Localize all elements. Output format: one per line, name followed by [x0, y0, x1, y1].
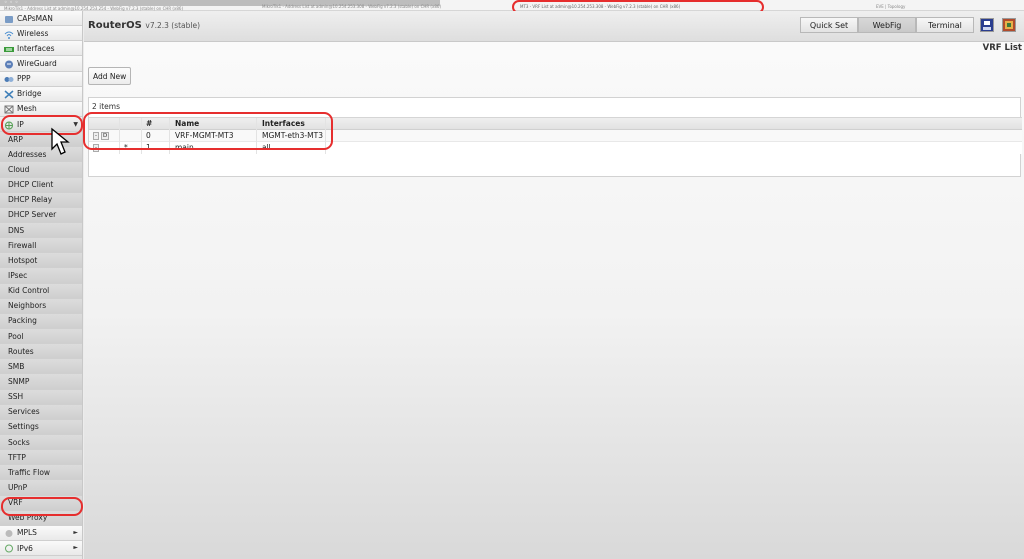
- mouse-pointer-icon: [51, 127, 70, 155]
- highlight-ring-ip: [1, 115, 83, 135]
- sidebar-item-label: DHCP Server: [8, 210, 57, 220]
- sidebar-item-label: Packing: [8, 316, 37, 326]
- sidebar-item-label: Routes: [8, 346, 34, 356]
- sidebar-subitem-socks[interactable]: Socks: [0, 434, 82, 451]
- sidebar-subitem-tftp[interactable]: TFTP: [0, 450, 82, 466]
- sidebar-subitem-snmp[interactable]: SNMP: [0, 374, 82, 390]
- main-content: RouterOS v7.2.3 (stable) Quick Set WebFi…: [84, 11, 1024, 559]
- sidebar-item-label: IPv6: [17, 543, 33, 553]
- logout-icon[interactable]: [1002, 18, 1016, 32]
- sidebar-item-label: Wireless: [17, 28, 49, 38]
- sidebar-item-label: WireGuard: [17, 59, 57, 68]
- sidebar-subitem-packing[interactable]: Packing: [0, 313, 82, 329]
- sidebar-item-label: DHCP Client: [8, 180, 54, 190]
- page-title: VRF List: [982, 43, 1022, 53]
- sidebar-item-label: Settings: [8, 422, 39, 432]
- browser-tab-strip: ◦ ◦ ◦ MikroTik1 - Address List at admin@…: [0, 0, 1024, 14]
- sidebar-item-label: IPsec: [8, 270, 28, 280]
- sidebar-item-label: Kid Control: [8, 286, 50, 296]
- sidebar-subitem-upnp[interactable]: UPnP: [0, 480, 82, 496]
- sidebar-item-label: Firewall: [8, 240, 37, 250]
- brand-title: RouterOS v7.2.3 (stable): [88, 20, 201, 31]
- sidebar-item-label: Interfaces: [17, 43, 55, 53]
- sidebar-item-label: CAPsMAN: [17, 13, 53, 23]
- chevron-right-icon: ►: [73, 544, 78, 552]
- sidebar-subitem-ssh[interactable]: SSH: [0, 389, 82, 405]
- sidebar-item-label: SMB: [8, 361, 25, 371]
- sidebar-item-ppp[interactable]: PPP: [0, 71, 82, 87]
- sidebar-item-interfaces[interactable]: Interfaces: [0, 41, 82, 57]
- sidebar-item-label: Services: [8, 407, 40, 417]
- mesh-icon: [4, 104, 14, 114]
- sidebar-item-label: PPP: [17, 74, 31, 84]
- add-new-button[interactable]: Add New: [88, 67, 132, 85]
- highlight-ring-vrf: [1, 497, 83, 516]
- chevron-right-icon: ►: [73, 529, 78, 537]
- sidebar-item-label: Pool: [8, 331, 24, 341]
- sidebar-item-label: Neighbors: [8, 301, 47, 311]
- sidebar-subitem-dhcp-client[interactable]: DHCP Client: [0, 177, 82, 193]
- ppp-icon: [4, 74, 14, 83]
- sidebar-item-wireless[interactable]: Wireless: [0, 26, 82, 42]
- sidebar-subitem-dns[interactable]: DNS: [0, 222, 82, 239]
- sidebar-item-label: DNS: [8, 225, 25, 235]
- sidebar-menu: CAPsMAN Wireless Interfaces WireGuard PP…: [0, 11, 83, 559]
- top-header: RouterOS v7.2.3 (stable) Quick Set WebFi…: [84, 11, 1024, 42]
- sidebar-item-label: Hotspot: [8, 255, 38, 265]
- sidebar-subitem-hotspot[interactable]: Hotspot: [0, 253, 82, 269]
- quick-set-button[interactable]: Quick Set: [800, 17, 858, 33]
- sidebar-item-capsman[interactable]: CAPsMAN: [0, 11, 82, 27]
- sidebar-item-ipv6[interactable]: IPv6 ►: [0, 540, 82, 557]
- sidebar-subitem-smb[interactable]: SMB: [0, 359, 82, 375]
- wireguard-icon: [4, 59, 14, 69]
- sidebar-subitem-dhcp-server[interactable]: DHCP Server: [0, 207, 82, 223]
- sidebar-item-label: SNMP: [8, 376, 30, 386]
- sidebar-item-label: Socks: [8, 437, 30, 447]
- sidebar-item-label: SSH: [8, 392, 24, 402]
- mpls-icon: [4, 528, 14, 538]
- sidebar-subitem-traffic-flow[interactable]: Traffic Flow: [0, 465, 82, 481]
- sidebar-item-label: Cloud: [8, 164, 30, 174]
- bridge-icon: [4, 89, 14, 99]
- highlight-ring-table: [83, 112, 333, 150]
- browser-tab[interactable]: MikroTik1 - Address List at admin@10.254…: [262, 4, 441, 9]
- wireless-icon: [4, 29, 14, 39]
- sidebar-subitem-neighbors[interactable]: Neighbors: [0, 298, 82, 314]
- save-icon[interactable]: [980, 18, 994, 32]
- sidebar-item-label: Traffic Flow: [8, 467, 51, 477]
- sidebar-subitem-firewall[interactable]: Firewall: [0, 238, 82, 254]
- interfaces-icon: [4, 44, 14, 53]
- sidebar-item-wireguard[interactable]: WireGuard: [0, 56, 82, 72]
- sidebar-item-label: Bridge: [17, 89, 42, 99]
- sidebar-item-label: UPnP: [8, 482, 28, 492]
- items-count: 2 items: [92, 102, 121, 111]
- sidebar-subitem-kid-control[interactable]: Kid Control: [0, 283, 82, 299]
- browser-tab[interactable]: EVE | Topology: [876, 4, 905, 9]
- ipv6-icon: [4, 543, 14, 553]
- webfig-button[interactable]: WebFig: [858, 17, 916, 33]
- sidebar-subitem-pool[interactable]: Pool: [0, 328, 82, 345]
- terminal-button[interactable]: Terminal: [916, 17, 974, 33]
- sidebar-subitem-services[interactable]: Services: [0, 404, 82, 420]
- sidebar-item-bridge[interactable]: Bridge: [0, 86, 82, 102]
- sidebar-subitem-dhcp-relay[interactable]: DHCP Relay: [0, 192, 82, 208]
- sidebar-item-mpls[interactable]: MPLS ►: [0, 525, 82, 541]
- sidebar-subitem-settings[interactable]: Settings: [0, 419, 82, 435]
- sidebar-subitem-ipsec[interactable]: IPsec: [0, 268, 82, 284]
- sidebar-item-label: DHCP Relay: [8, 195, 53, 205]
- sidebar-subitem-cloud[interactable]: Cloud: [0, 162, 82, 178]
- capsman-icon: [4, 14, 14, 23]
- sidebar-item-label: MPLS: [17, 528, 37, 538]
- sidebar-subitem-routes[interactable]: Routes: [0, 344, 82, 360]
- sidebar-item-label: TFTP: [8, 452, 26, 462]
- sidebar-item-label: Addresses: [8, 149, 47, 159]
